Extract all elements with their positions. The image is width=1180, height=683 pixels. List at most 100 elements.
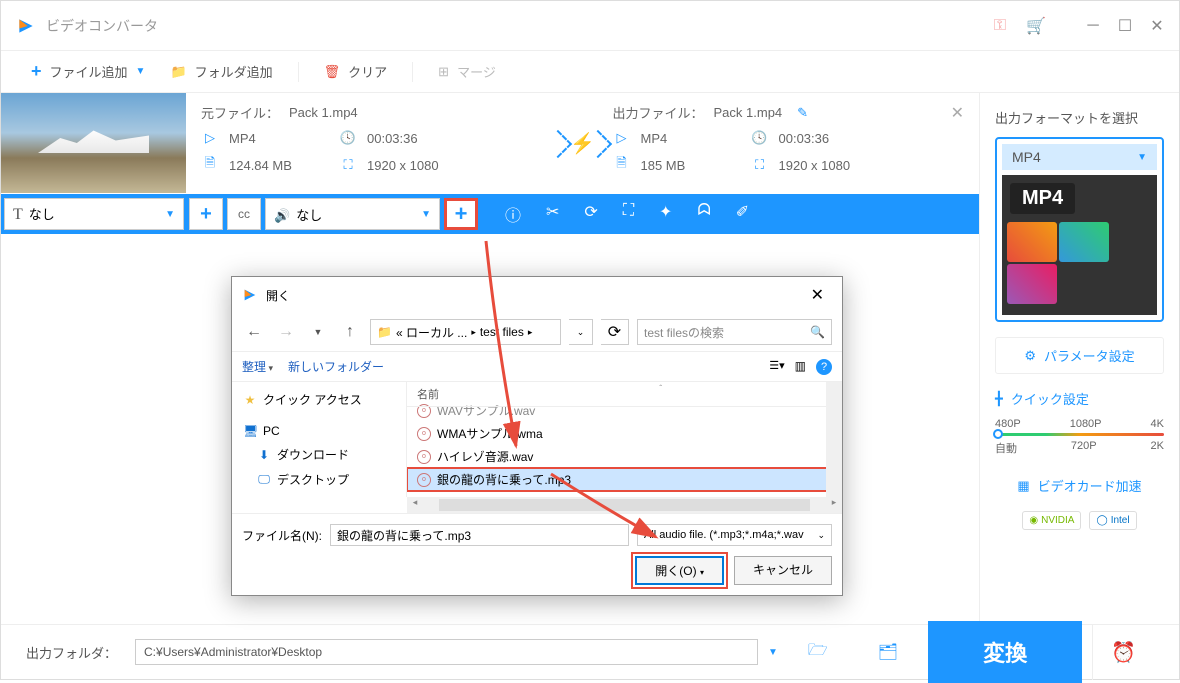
cart-icon[interactable]: 🛒 [1026, 16, 1046, 36]
text-icon: T [13, 206, 23, 223]
convert-button[interactable]: 変換 [928, 621, 1082, 683]
breadcrumb-segment[interactable]: test files [480, 325, 524, 339]
nav-up-button[interactable]: ↑ [338, 320, 362, 344]
schedule-button[interactable]: ⏰ [1092, 625, 1154, 680]
add-folder-button[interactable]: 📁 フォルダ追加 [170, 62, 272, 81]
open-button[interactable]: 開く(O) ▾ [635, 556, 724, 585]
file-list: 名前 ˆ oWAVサンプル.wav oWMAサンプル.wma oハイレゾ音源.w… [407, 382, 842, 497]
res-720p: 720P [1071, 440, 1097, 456]
parameter-settings-button[interactable]: ⚙ パラメータ設定 [995, 337, 1164, 374]
column-header-name[interactable]: 名前 ˆ [407, 382, 842, 407]
breadcrumb-path[interactable]: 📁 « ローカル ... ▸ test files ▸ [370, 319, 561, 345]
tree-quick-access[interactable]: ★クイック アクセス [237, 387, 401, 412]
bottom-bar: 出力フォルダ： C:¥Users¥Administrator¥Desktop ▼… [1, 624, 1179, 679]
file-list-item-selected[interactable]: o銀の龍の背に乗って.mp3 [407, 468, 842, 491]
clock-icon: 🕓 [339, 130, 357, 146]
watermark-icon[interactable]: ᗣ [697, 202, 710, 226]
main-toolbar: + ファイル追加 ▼ 📁 フォルダ追加 🗑 クリア ⊞ マージ [1, 51, 1179, 93]
res-auto: 自動 [995, 440, 1017, 456]
gpu-accel-button[interactable]: ▦ ビデオカード加速 [995, 468, 1164, 503]
search-input[interactable]: test filesの検索 🔍 [637, 319, 832, 345]
output-path-input[interactable]: C:¥Users¥Administrator¥Desktop [135, 639, 758, 665]
separator [412, 62, 413, 82]
edit-tools: ⓘ ✂ ⟳ ⛶ ✦ ᗣ ✐ [480, 202, 774, 226]
plus-icon: + [31, 61, 42, 82]
trash-icon: 🗑 [324, 64, 341, 80]
edit-icon[interactable]: ✎ [797, 105, 808, 121]
tree-pc[interactable]: 🖥PC [237, 420, 401, 442]
output-format: MP4 [641, 131, 741, 146]
output-file-name: Pack 1.mp4 [714, 105, 783, 120]
merge-button[interactable]: ⊞ マージ [438, 62, 496, 81]
dialog-close-button[interactable]: ✕ [803, 283, 832, 307]
minimize-button[interactable]: ─ [1086, 19, 1100, 33]
app-logo-icon [16, 16, 36, 36]
crop-icon[interactable]: ⛶ [623, 202, 634, 226]
add-audio-button[interactable]: + [444, 198, 478, 230]
remove-file-button[interactable]: ✕ [951, 103, 964, 123]
audio-value: なし [296, 208, 322, 223]
chevron-down-icon: ▼ [165, 209, 175, 220]
cut-icon[interactable]: ✂ [546, 202, 559, 226]
nav-history-button[interactable]: ▼ [306, 320, 330, 344]
rotate-icon[interactable]: ⟳ [584, 202, 597, 226]
source-size: 124.84 MB [229, 158, 329, 173]
gpu-badges: ◉NVIDIA ◯Intel [995, 511, 1164, 530]
file-type-filter[interactable]: All audio file. (*.mp3;*.m4a;*.wav⌄ [637, 524, 832, 546]
video-thumbnail[interactable] [1, 93, 186, 193]
tree-downloads[interactable]: ⬇ダウンロード [237, 442, 401, 467]
dialog-bottom: ファイル名(N): All audio file. (*.mp3;*.m4a;*… [232, 513, 842, 595]
add-file-button[interactable]: + ファイル追加 ▼ [31, 61, 145, 82]
filename-input[interactable] [330, 524, 629, 546]
file-list-item[interactable]: oWMAサンプル.wma [407, 422, 842, 445]
source-format: MP4 [229, 131, 329, 146]
help-button[interactable]: ? [816, 359, 832, 375]
cancel-button[interactable]: キャンセル [734, 556, 832, 585]
tree-desktop[interactable]: 🖵デスクトップ [237, 467, 401, 492]
horizontal-scrollbar[interactable]: ◂▸ [407, 497, 842, 513]
source-info: 元ファイル： Pack 1.mp4 ▷ MP4 🕓 00:03:36 🗎 124… [201, 103, 553, 184]
chip-icon: ▦ [1017, 478, 1029, 494]
add-subtitle-button[interactable]: + [189, 198, 223, 230]
info-icon[interactable]: ⓘ [505, 202, 521, 226]
resolution-slider[interactable] [995, 433, 1164, 436]
clear-button[interactable]: 🗑 クリア [324, 62, 388, 81]
format-selector[interactable]: MP4 ▼ MP4 [995, 137, 1164, 322]
app-logo-icon [242, 287, 258, 303]
breadcrumb-segment[interactable]: « ローカル ... [396, 324, 467, 341]
file-list-item[interactable]: oハイレゾ音源.wav [407, 445, 842, 468]
preview-pane-button[interactable]: ▥ [795, 359, 806, 375]
folder-icon: 📁 [170, 64, 186, 80]
output-duration: 00:03:36 [779, 131, 830, 146]
refresh-button[interactable]: ⟳ [601, 319, 629, 345]
browse-icon[interactable]: 🗂 [878, 642, 898, 662]
cc-button[interactable]: cc [227, 198, 261, 230]
maximize-button[interactable]: ☐ [1118, 19, 1132, 33]
merge-icon: ⊞ [438, 64, 449, 80]
audio-select[interactable]: 🔊なし ▼ [265, 198, 440, 230]
close-button[interactable]: ✕ [1150, 19, 1164, 33]
vertical-scrollbar[interactable] [826, 382, 842, 497]
subtitle-select[interactable]: Tなし ▼ [4, 198, 184, 230]
key-icon[interactable]: ⚿ [994, 17, 1006, 35]
dialog-buttons: 開く(O) ▾ キャンセル [242, 556, 832, 585]
slider-knob[interactable] [993, 429, 1003, 439]
output-info: 出力ファイル： Pack 1.mp4 ✎ ▷ MP4 🕓 00:03:36 🗎 … [613, 103, 965, 184]
add-file-label: ファイル追加 [50, 62, 128, 81]
resolution-icon: ⛶ [751, 157, 769, 173]
effects-icon[interactable]: ✦ [659, 202, 672, 226]
clock-icon: 🕓 [751, 130, 769, 146]
nav-forward-button[interactable]: → [274, 320, 298, 344]
view-mode-button[interactable]: ☰▾ [769, 359, 784, 375]
play-icon: ▷ [613, 130, 631, 146]
subtitle-edit-icon[interactable]: ✐ [736, 202, 749, 226]
path-dropdown-button[interactable]: ⌄ [569, 319, 593, 345]
res-2k: 2K [1151, 440, 1164, 456]
open-folder-icon[interactable]: 🗁 [808, 639, 828, 666]
organize-button[interactable]: 整理 [242, 358, 273, 375]
chevron-down-icon[interactable]: ▼ [768, 647, 778, 658]
format-name: MP4 [1012, 149, 1041, 165]
dialog-titlebar: 開く ✕ [232, 277, 842, 313]
new-folder-button[interactable]: 新しいフォルダー [288, 358, 384, 375]
nav-back-button[interactable]: ← [242, 320, 266, 344]
